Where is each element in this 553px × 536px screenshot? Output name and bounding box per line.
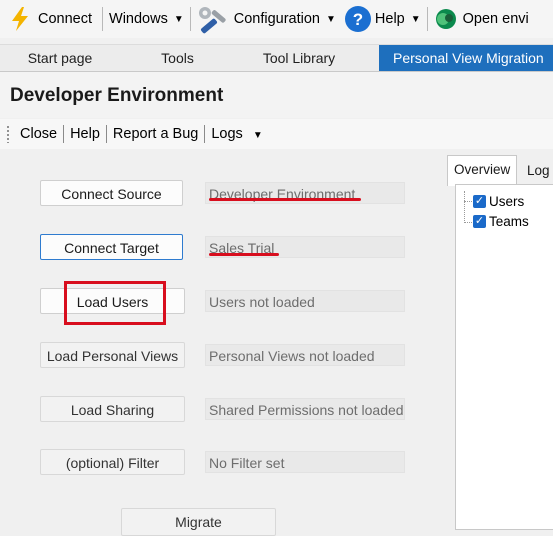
- filter-status-field: No Filter set: [205, 451, 405, 473]
- migrate-button[interactable]: Migrate: [121, 508, 276, 536]
- command-bar: Close Help Report a Bug Logs ▼: [0, 119, 553, 149]
- dataverse-icon: [435, 9, 456, 29]
- tab-log[interactable]: Log: [521, 157, 553, 185]
- tab-tool-library[interactable]: Tool Library: [235, 45, 363, 71]
- right-panel-tabs: Overview Log: [447, 155, 553, 186]
- toolbar-divider: [426, 7, 428, 31]
- annotation-underline: [209, 253, 279, 256]
- help-menu[interactable]: ? Help ▼: [340, 0, 425, 38]
- tab-strip: Start page Tools Tool Library Personal V…: [0, 44, 553, 72]
- users-status-field: Users not loaded: [205, 290, 405, 312]
- page-title: Developer Environment: [10, 85, 224, 106]
- connect-target-button[interactable]: Connect Target: [40, 234, 183, 260]
- tab-tools[interactable]: Tools: [120, 45, 235, 71]
- tab-personal-view-migration[interactable]: Personal View Migration: [379, 45, 553, 71]
- configuration-menu[interactable]: Configuration ▼: [193, 0, 340, 38]
- chevron-down-icon: ▼: [252, 130, 263, 141]
- connect-button[interactable]: Connect: [0, 0, 96, 38]
- close-button[interactable]: Close: [14, 126, 63, 142]
- open-environment-button[interactable]: Open envi: [430, 0, 533, 38]
- annotation-underline: [209, 198, 361, 201]
- chevron-down-icon: ▼: [173, 13, 184, 25]
- load-sharing-button[interactable]: Load Sharing: [40, 396, 185, 422]
- chevron-down-icon: ▼: [410, 13, 421, 25]
- tree-item-teams[interactable]: ✓ Teams: [473, 214, 529, 229]
- logs-menu[interactable]: Logs ▼: [205, 126, 268, 142]
- report-bug-button[interactable]: Report a Bug: [107, 126, 204, 142]
- windows-menu[interactable]: Windows ▼: [105, 0, 188, 38]
- tree-connector: [464, 191, 465, 223]
- checkbox-checked-icon[interactable]: ✓: [473, 195, 486, 208]
- load-personal-views-button[interactable]: Load Personal Views: [40, 342, 185, 368]
- svg-text:?: ?: [353, 10, 363, 29]
- main-toolbar: Connect Windows ▼ Configuration ▼ ? Help…: [0, 0, 553, 38]
- tree-item-users[interactable]: ✓ Users: [473, 194, 524, 209]
- toolbar-grip-icon: [6, 125, 10, 143]
- personal-views-status-field: Personal Views not loaded: [205, 344, 405, 366]
- help-icon: ?: [344, 6, 371, 32]
- lightning-icon: [12, 7, 28, 31]
- filter-button[interactable]: (optional) Filter: [40, 449, 185, 475]
- connect-source-button[interactable]: Connect Source: [40, 180, 183, 206]
- wrench-icon: [198, 7, 226, 34]
- help-button[interactable]: Help: [64, 126, 106, 142]
- tab-overview[interactable]: Overview: [447, 155, 518, 186]
- chevron-down-icon: ▼: [326, 13, 336, 25]
- toolbar-divider: [189, 7, 191, 31]
- sharing-status-field: Shared Permissions not loaded: [205, 398, 405, 420]
- tab-start-page[interactable]: Start page: [0, 45, 120, 71]
- toolbar-divider: [102, 7, 104, 31]
- annotation-highlight-box: [64, 281, 166, 325]
- checkbox-checked-icon[interactable]: ✓: [473, 215, 486, 228]
- overview-tree: ✓ Users ✓ Teams: [455, 184, 553, 530]
